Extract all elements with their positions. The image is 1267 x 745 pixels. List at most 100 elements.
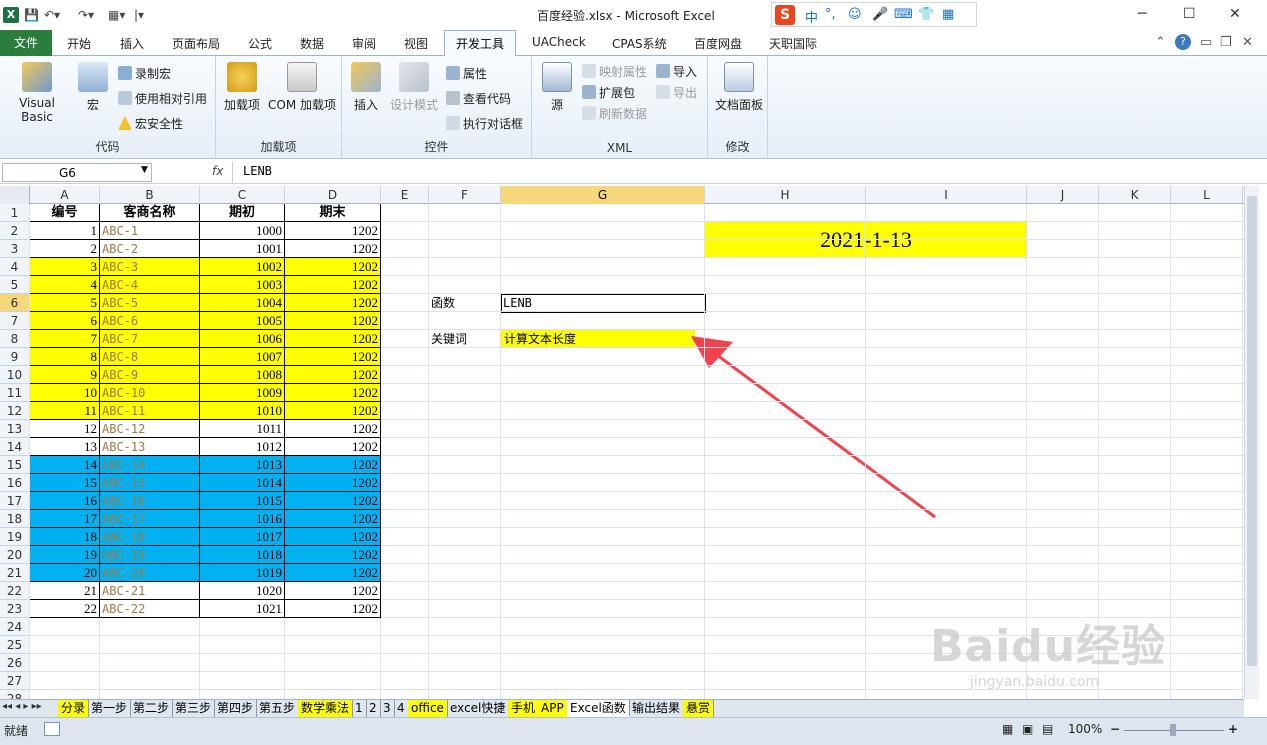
- table-cell-name[interactable]: ABC-16: [100, 492, 200, 510]
- table-cell-number[interactable]: 3: [30, 258, 100, 276]
- row-header-24[interactable]: 24: [0, 618, 29, 636]
- sheet-tab[interactable]: 悬赏: [683, 700, 715, 717]
- tab-review[interactable]: 审阅: [352, 35, 376, 52]
- table-cell-number[interactable]: 18: [30, 528, 100, 546]
- table-cell-number[interactable]: 5: [30, 294, 100, 312]
- minimize-button[interactable]: ─: [1138, 6, 1146, 22]
- table-cell-end[interactable]: 1202: [285, 438, 381, 456]
- table-cell-number[interactable]: 12: [30, 420, 100, 438]
- properties-button[interactable]: 属性: [446, 65, 487, 82]
- table-cell-name[interactable]: ABC-13: [100, 438, 200, 456]
- import-button[interactable]: 导入: [656, 63, 697, 80]
- redo-icon[interactable]: ↷▾: [78, 7, 94, 23]
- table-cell-name[interactable]: ABC-12: [100, 420, 200, 438]
- sheet-tab[interactable]: 第三步: [172, 700, 216, 717]
- table-cell-start[interactable]: 1013: [200, 456, 285, 474]
- macros-button[interactable]: 宏: [76, 62, 110, 113]
- table-header-cell[interactable]: 客商名称: [100, 204, 200, 222]
- sheet-tab[interactable]: office: [408, 700, 448, 717]
- sheet-tab[interactable]: 2: [366, 700, 381, 717]
- row-header-19[interactable]: 19: [0, 528, 29, 546]
- table-cell-end[interactable]: 1202: [285, 420, 381, 438]
- table-cell-number[interactable]: 17: [30, 510, 100, 528]
- sheet-tab[interactable]: 第二步: [130, 700, 174, 717]
- table-cell-end[interactable]: 1202: [285, 456, 381, 474]
- table-cell-number[interactable]: 9: [30, 366, 100, 384]
- row-header-21[interactable]: 21: [0, 564, 29, 582]
- table-cell-number[interactable]: 6: [30, 312, 100, 330]
- export-button[interactable]: 导出: [656, 84, 697, 101]
- ime-emoji-icon[interactable]: ☺: [848, 7, 862, 22]
- table-cell-end[interactable]: 1202: [285, 528, 381, 546]
- row-header-12[interactable]: 12: [0, 402, 29, 420]
- sheet-tab[interactable]: 3: [380, 700, 395, 717]
- table-cell-start[interactable]: 1019: [200, 564, 285, 582]
- table-cell-number[interactable]: 19: [30, 546, 100, 564]
- row-header-3[interactable]: 3: [0, 240, 29, 258]
- table-cell-end[interactable]: 1202: [285, 240, 381, 258]
- sheet-tab[interactable]: APP: [538, 700, 568, 717]
- row-header-4[interactable]: 4: [0, 258, 29, 276]
- relative-reference-button[interactable]: 使用相对引用: [118, 90, 207, 107]
- sheet-tab[interactable]: 输出结果: [629, 700, 685, 717]
- table-cell-end[interactable]: 1202: [285, 546, 381, 564]
- maximize-button[interactable]: ☐: [1183, 6, 1196, 22]
- zoom-in-button[interactable]: +: [1228, 722, 1238, 736]
- table-header-cell[interactable]: 期末: [285, 204, 381, 222]
- scrollbar-thumb[interactable]: [1247, 196, 1257, 666]
- column-header-k[interactable]: K: [1099, 186, 1171, 204]
- workbook-restore-icon[interactable]: ❐: [1220, 35, 1232, 50]
- row-header-8[interactable]: 8: [0, 330, 29, 348]
- table-cell-name[interactable]: ABC-7: [100, 330, 200, 348]
- tab-uacheck[interactable]: UACheck: [532, 35, 586, 49]
- help-icon[interactable]: ?: [1175, 34, 1191, 50]
- table-cell-end[interactable]: 1202: [285, 600, 381, 618]
- record-macro-button[interactable]: 录制宏: [118, 65, 171, 82]
- tab-developer[interactable]: 开发工具: [444, 30, 516, 57]
- row-header-20[interactable]: 20: [0, 546, 29, 564]
- table-cell-start[interactable]: 1004: [200, 294, 285, 312]
- save-icon[interactable]: 💾: [24, 7, 39, 23]
- insert-function-icon[interactable]: fx: [212, 164, 223, 178]
- document-panel-button[interactable]: 文档面板: [712, 62, 766, 113]
- run-dialog-button[interactable]: 执行对话框: [446, 115, 523, 132]
- tab-view[interactable]: 视图: [404, 35, 428, 52]
- zoom-out-button[interactable]: −: [1110, 722, 1120, 736]
- page-break-view-icon[interactable]: ▤: [1042, 722, 1053, 736]
- table-cell-end[interactable]: 1202: [285, 312, 381, 330]
- table-cell-start[interactable]: 1017: [200, 528, 285, 546]
- visual-basic-button[interactable]: Visual Basic: [2, 62, 72, 124]
- column-header-g[interactable]: G: [501, 186, 705, 204]
- table-cell-number[interactable]: 13: [30, 438, 100, 456]
- table-cell-number[interactable]: 10: [30, 384, 100, 402]
- table-cell-number[interactable]: 14: [30, 456, 100, 474]
- table-cell-start[interactable]: 1015: [200, 492, 285, 510]
- row-header-26[interactable]: 26: [0, 654, 29, 672]
- table-cell-end[interactable]: 1202: [285, 474, 381, 492]
- table-cell-end[interactable]: 1202: [285, 222, 381, 240]
- addins-button[interactable]: 加载项: [220, 62, 264, 113]
- row-header-14[interactable]: 14: [0, 438, 29, 456]
- table-cell-number[interactable]: 8: [30, 348, 100, 366]
- macro-record-status-icon[interactable]: [44, 722, 60, 736]
- table-cell-end[interactable]: 1202: [285, 294, 381, 312]
- ime-skin-icon[interactable]: 👕: [918, 7, 934, 22]
- table-cell-end[interactable]: 1202: [285, 366, 381, 384]
- collapse-ribbon-icon[interactable]: ⌃: [1155, 35, 1166, 50]
- table-cell-start[interactable]: 1020: [200, 582, 285, 600]
- row-header-5[interactable]: 5: [0, 276, 29, 294]
- row-header-10[interactable]: 10: [0, 366, 29, 384]
- tab-cpas[interactable]: CPAS系统: [612, 35, 667, 52]
- ime-chinese-mode[interactable]: 中: [805, 7, 818, 26]
- zoom-slider-thumb[interactable]: [1170, 724, 1176, 736]
- table-cell-start[interactable]: 1001: [200, 240, 285, 258]
- table-cell-name[interactable]: ABC-5: [100, 294, 200, 312]
- row-header-17[interactable]: 17: [0, 492, 29, 510]
- close-button[interactable]: ✕: [1229, 6, 1241, 22]
- sheet-navigation-icon[interactable]: ◂◂ ◂ ▸ ▸▸: [2, 701, 42, 712]
- table-cell-start[interactable]: 1011: [200, 420, 285, 438]
- table-cell-name[interactable]: ABC-19: [100, 546, 200, 564]
- column-header-e[interactable]: E: [381, 186, 429, 204]
- calculator-icon[interactable]: ▦▾: [108, 7, 125, 23]
- table-cell-start[interactable]: 1012: [200, 438, 285, 456]
